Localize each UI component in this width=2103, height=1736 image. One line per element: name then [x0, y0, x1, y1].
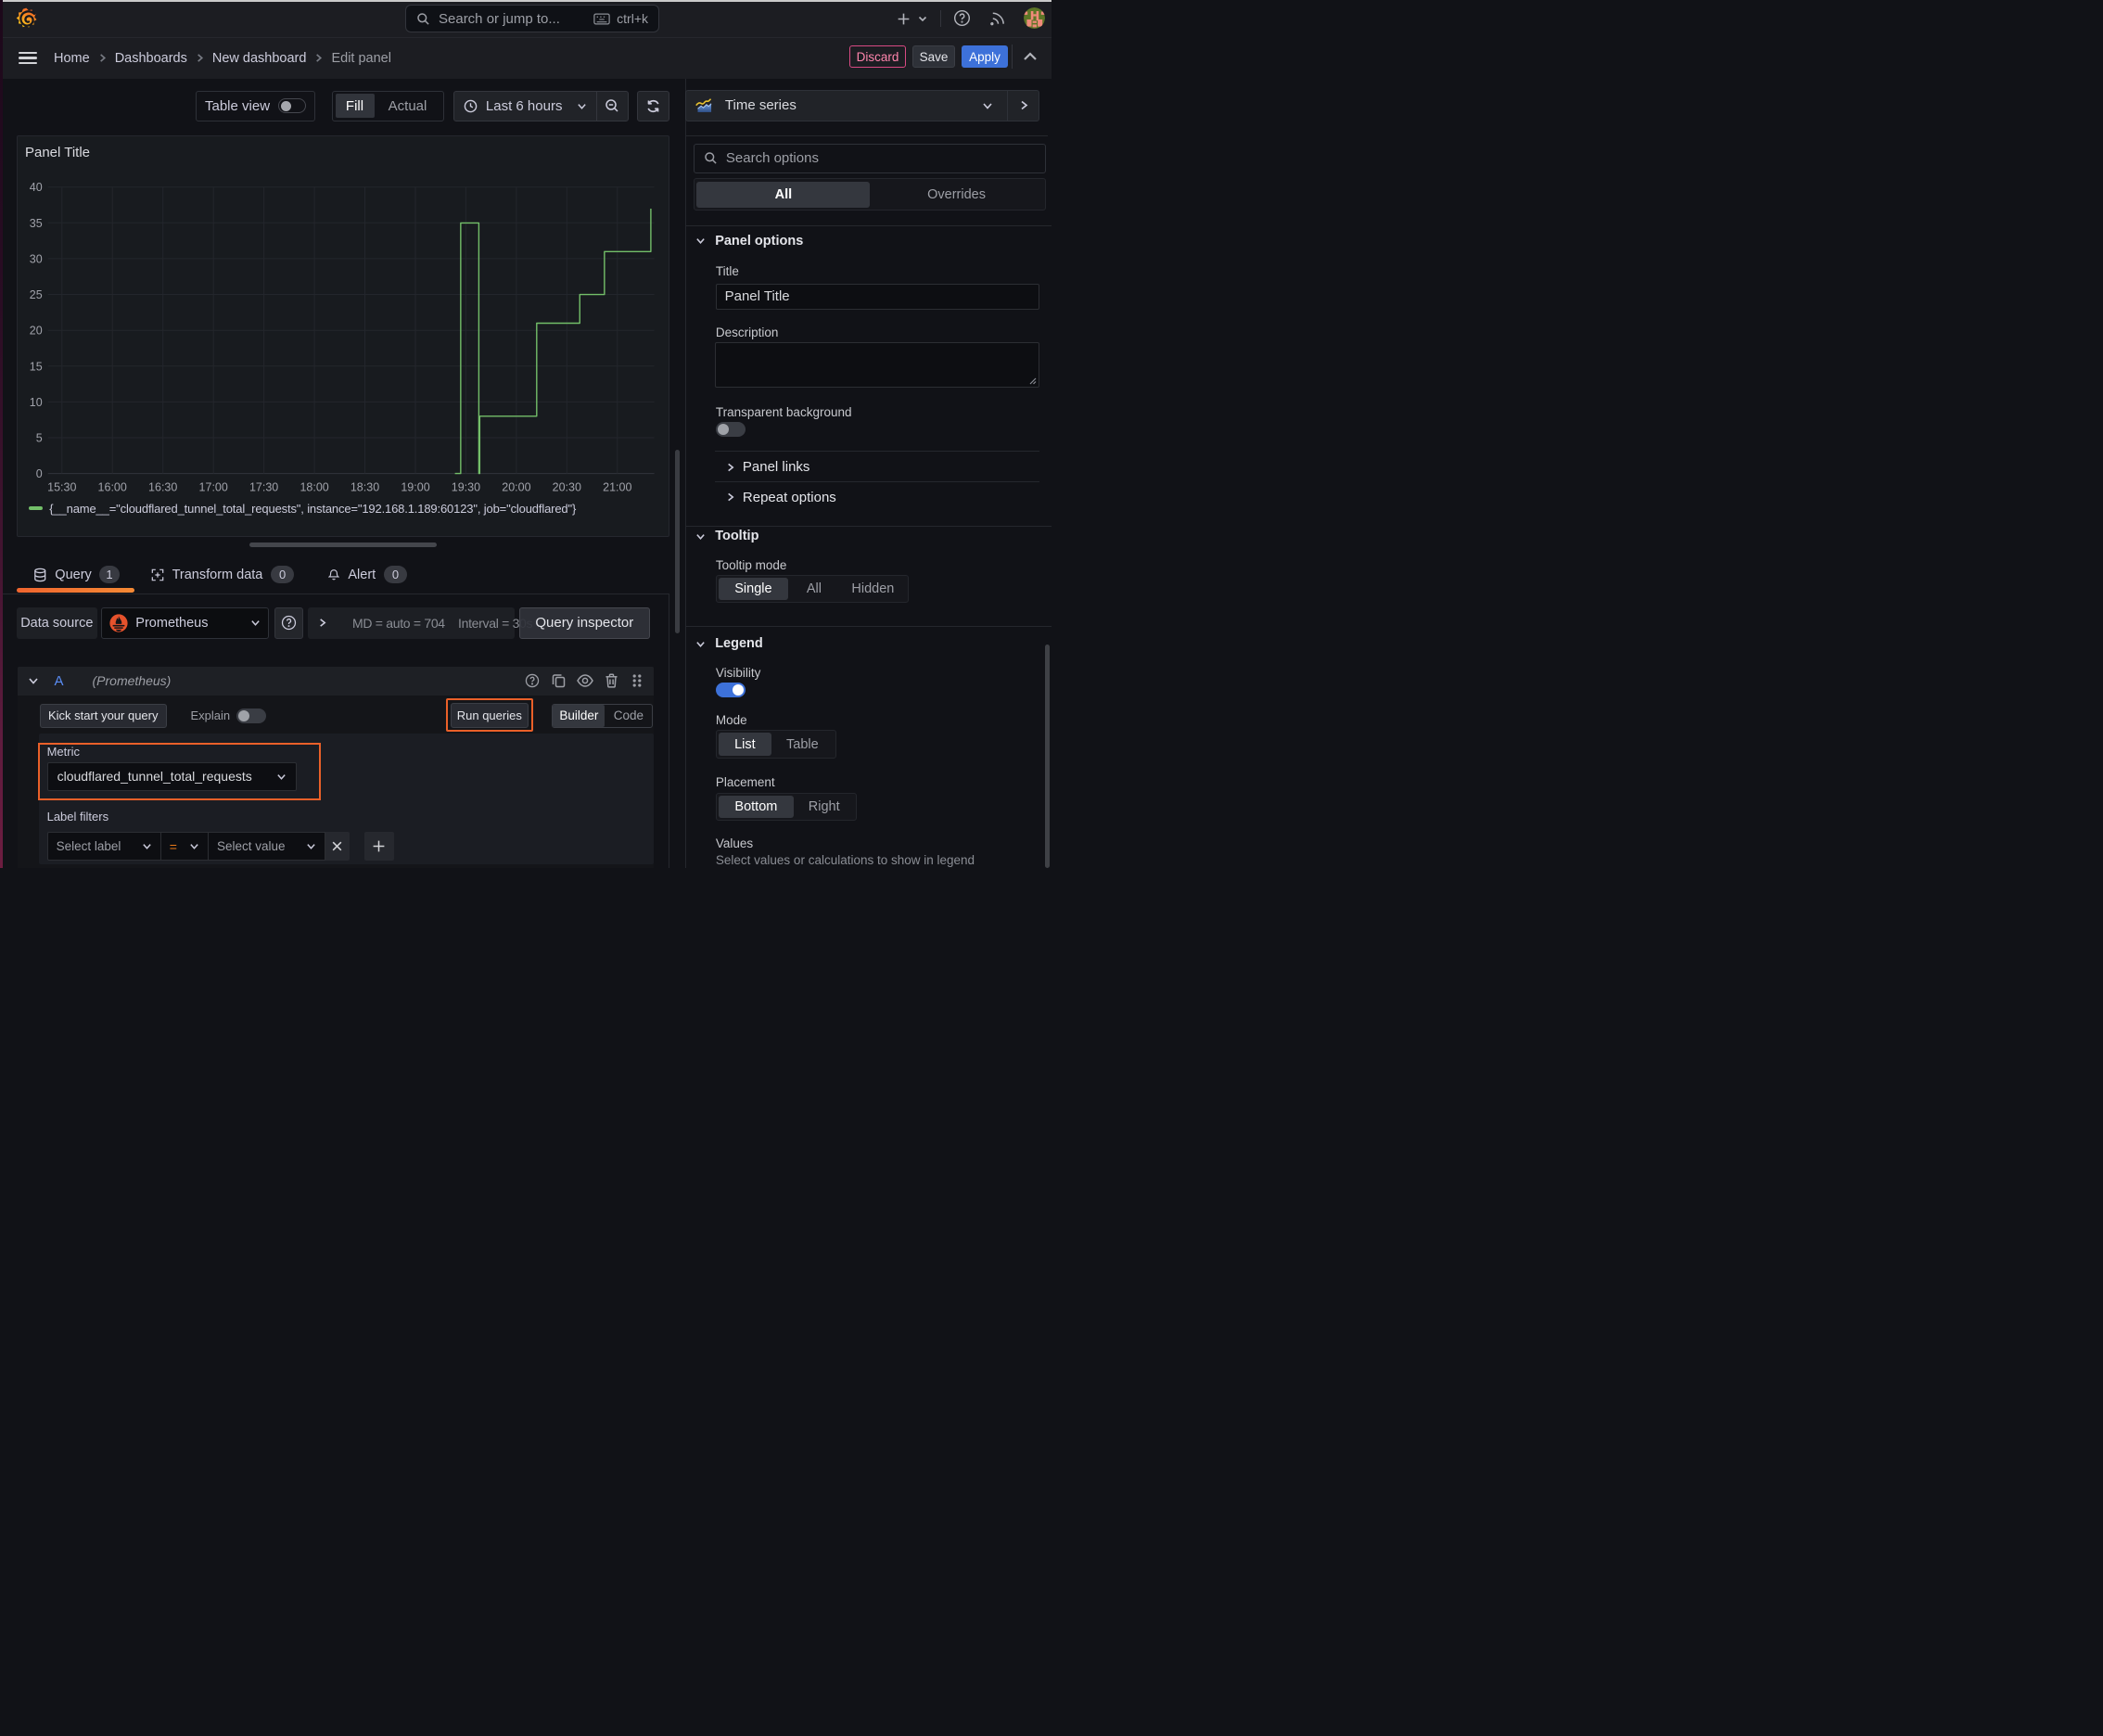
svg-text:40: 40 [30, 181, 43, 194]
svg-text:30: 30 [30, 252, 43, 265]
svg-text:21:00: 21:00 [604, 480, 632, 493]
svg-text:16:30: 16:30 [148, 480, 177, 493]
svg-text:18:30: 18:30 [350, 480, 379, 493]
svg-text:18:00: 18:00 [300, 480, 329, 493]
svg-text:0: 0 [36, 467, 43, 480]
svg-text:19:30: 19:30 [452, 480, 480, 493]
svg-text:20:30: 20:30 [553, 480, 581, 493]
svg-text:19:00: 19:00 [401, 480, 430, 493]
svg-text:10: 10 [30, 395, 43, 408]
svg-text:20:00: 20:00 [503, 480, 531, 493]
svg-text:16:00: 16:00 [98, 480, 127, 493]
svg-text:15:30: 15:30 [48, 480, 77, 493]
svg-text:25: 25 [30, 288, 43, 301]
svg-text:17:30: 17:30 [249, 480, 278, 493]
svg-text:15: 15 [30, 360, 43, 373]
svg-text:35: 35 [30, 216, 43, 229]
svg-text:5: 5 [36, 431, 43, 444]
svg-text:17:00: 17:00 [199, 480, 228, 493]
svg-text:20: 20 [30, 324, 43, 337]
